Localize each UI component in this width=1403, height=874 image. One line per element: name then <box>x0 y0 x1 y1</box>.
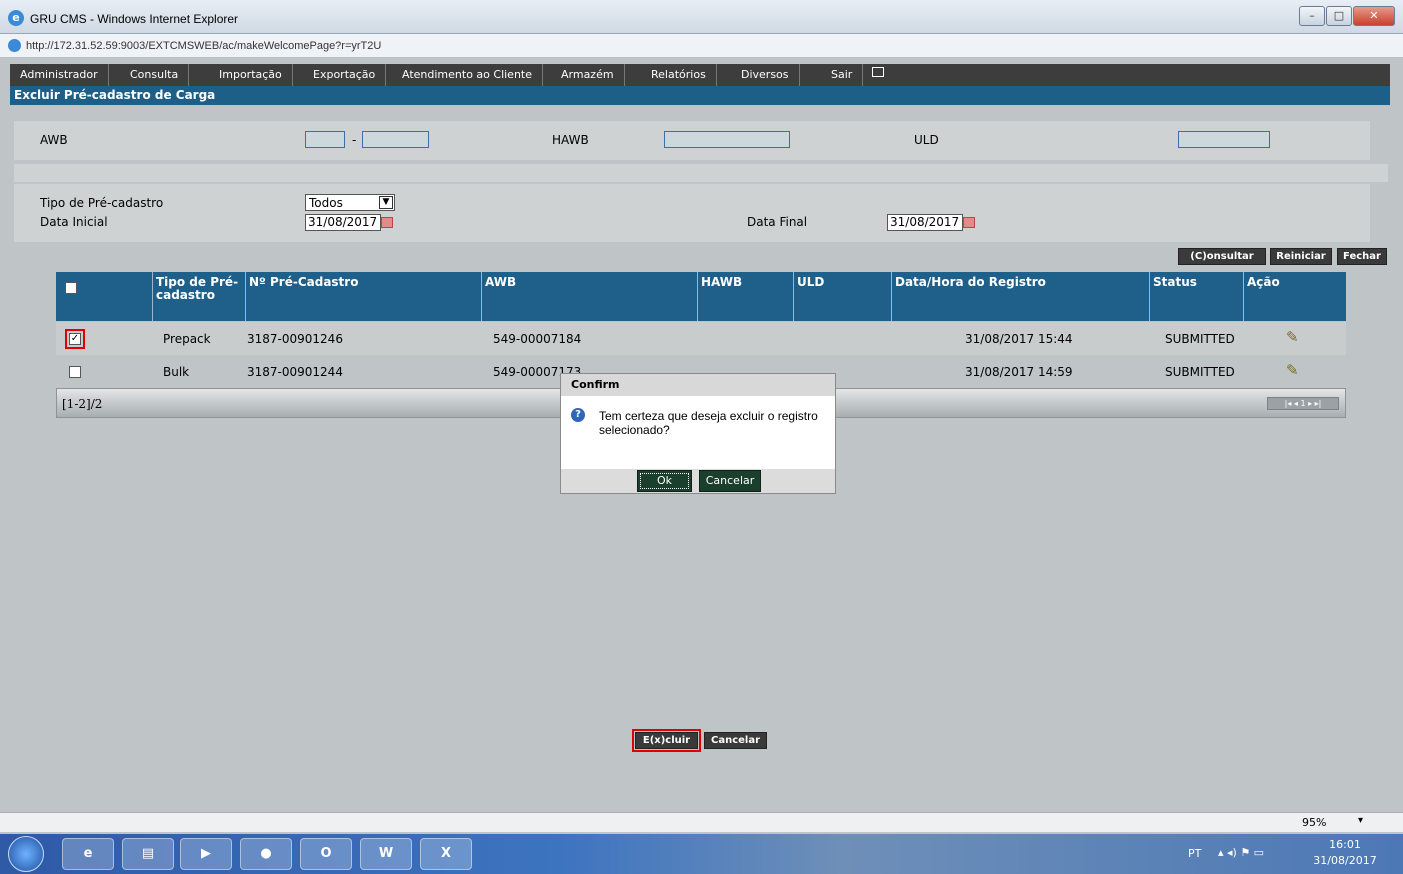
address-bar[interactable]: http://172.31.52.59:9003/EXTCMSWEB/ac/ma… <box>0 34 1403 58</box>
cancelar-button[interactable]: Cancelar <box>704 732 767 749</box>
record-count: [1-2]/2 <box>62 397 103 411</box>
edit-icon[interactable]: ✎ <box>1286 328 1299 346</box>
zoom-level[interactable]: 95% <box>1302 816 1326 829</box>
main-menu: Administrador Consulta Importação Export… <box>10 64 1390 86</box>
taskbar-chrome-icon[interactable]: ● <box>240 838 292 870</box>
hawb-label: HAWB <box>552 133 589 147</box>
tray-icons[interactable]: ▴ ◂) ⚑ ▭ <box>1218 846 1264 859</box>
header-numero[interactable]: Nº Pré-Cadastro <box>246 272 482 321</box>
awb-number-input[interactable] <box>362 131 429 148</box>
uld-input[interactable] <box>1178 131 1270 148</box>
uld-label: ULD <box>914 133 939 147</box>
window-restore-icon[interactable] <box>872 67 884 77</box>
menu-relatorios[interactable]: Relatórios <box>641 64 717 86</box>
row-tipo: Bulk <box>163 365 190 379</box>
browser-statusbar: 95% ▾ <box>0 812 1403 832</box>
question-icon: ? <box>571 408 585 422</box>
page-icon <box>8 39 21 52</box>
menu-atendimento[interactable]: Atendimento ao Cliente <box>392 64 543 86</box>
taskbar: e ▤ ▶ ● O W X PT ▴ ◂) ⚑ ▭ 16:01 31/08/20… <box>0 834 1403 874</box>
table-header: Tipo de Pré-cadastro Nº Pré-Cadastro AWB… <box>56 272 1346 321</box>
data-final-label: Data Final <box>747 215 808 229</box>
menu-armazem[interactable]: Armazém <box>551 64 625 86</box>
data-inicial-input[interactable]: 31/08/2017 <box>305 214 381 231</box>
pagination[interactable]: |◂ ◂ 1 ▸ ▸| <box>1267 397 1339 410</box>
taskbar-outlook-icon[interactable]: O <box>300 838 352 870</box>
header-awb[interactable]: AWB <box>482 272 698 321</box>
clock-time[interactable]: 16:01 <box>1320 838 1370 851</box>
taskbar-ie-icon[interactable]: e <box>62 838 114 870</box>
data-final-input[interactable]: 31/08/2017 <box>887 214 963 231</box>
row-checkbox[interactable]: ✓ <box>69 333 81 345</box>
window-titlebar: e GRU CMS - Windows Internet Explorer – … <box>0 0 1403 34</box>
header-uld[interactable]: ULD <box>794 272 892 321</box>
hawb-input[interactable] <box>664 131 790 148</box>
clock-date[interactable]: 31/08/2017 <box>1312 854 1378 867</box>
row-checkbox[interactable] <box>69 366 81 378</box>
header-status[interactable]: Status <box>1150 272 1244 321</box>
row-data: 31/08/2017 15:44 <box>965 332 1073 346</box>
maximize-button[interactable]: □ <box>1326 6 1352 26</box>
dialog-cancel-button[interactable]: Cancelar <box>699 470 761 492</box>
taskbar-explorer-icon[interactable]: ▤ <box>122 838 174 870</box>
dialog-ok-button[interactable]: Ok <box>637 470 692 492</box>
ie-logo-icon: e <box>8 10 24 26</box>
awb-prefix-input[interactable] <box>305 131 345 148</box>
dialog-title: Confirm <box>561 374 835 396</box>
url-text[interactable]: http://172.31.52.59:9003/EXTCMSWEB/ac/ma… <box>26 40 381 52</box>
window-title: GRU CMS - Windows Internet Explorer <box>30 12 239 26</box>
excluir-button[interactable]: E(x)cluir <box>635 732 698 749</box>
confirm-dialog: Confirm ? Tem certeza que deseja excluir… <box>560 373 836 494</box>
header-tipo[interactable]: Tipo de Pré-cadastro <box>153 272 246 321</box>
header-hawb[interactable]: HAWB <box>698 272 794 321</box>
dialog-message: Tem certeza que deseja excluir o registr… <box>599 409 818 437</box>
menu-administrador[interactable]: Administrador <box>10 64 109 86</box>
taskbar-excel-icon[interactable]: X <box>420 838 472 870</box>
menu-importacao[interactable]: Importação <box>209 64 293 86</box>
row-status: SUBMITTED <box>1165 332 1235 346</box>
data-inicial-label: Data Inicial <box>40 215 108 229</box>
minimize-button[interactable]: – <box>1299 6 1325 26</box>
awb-separator: - <box>352 133 357 147</box>
close-window-button[interactable]: ✕ <box>1353 6 1395 26</box>
row-data: 31/08/2017 14:59 <box>965 365 1073 379</box>
awb-label: AWB <box>40 133 68 147</box>
select-all-checkbox[interactable] <box>65 282 77 294</box>
row-awb: 549-00007184 <box>493 332 582 346</box>
language-indicator[interactable]: PT <box>1188 847 1201 860</box>
calendar-icon[interactable] <box>963 217 975 228</box>
menu-diversos[interactable]: Diversos <box>731 64 800 86</box>
header-acao: Ação <box>1247 275 1280 289</box>
row-status: SUBMITTED <box>1165 365 1235 379</box>
tipo-label: Tipo de Pré-cadastro <box>40 196 164 210</box>
header-data[interactable]: Data/Hora do Registro <box>892 272 1150 321</box>
reiniciar-button[interactable]: Reiniciar <box>1270 248 1332 265</box>
calendar-icon[interactable] <box>381 217 393 228</box>
chevron-down-icon[interactable]: ▼ <box>379 196 393 209</box>
section-title: Excluir Pré-cadastro de Carga <box>10 86 1390 105</box>
taskbar-word-icon[interactable]: W <box>360 838 412 870</box>
edit-icon[interactable]: ✎ <box>1286 361 1299 379</box>
tipo-select-value: Todos <box>309 196 343 210</box>
tipo-select[interactable]: Todos ▼ <box>305 194 395 211</box>
filter-panel <box>14 184 1370 242</box>
zoom-dropdown-icon[interactable]: ▾ <box>1358 815 1363 826</box>
taskbar-media-icon[interactable]: ▶ <box>180 838 232 870</box>
table-row[interactable]: ✓ Prepack 3187-00901246 549-00007184 31/… <box>56 322 1346 355</box>
separator-panel <box>14 164 1388 182</box>
dialog-footer: Ok Cancelar <box>561 469 835 493</box>
page-number[interactable]: 1 <box>1300 399 1305 408</box>
row-numero: 3187-00901244 <box>247 365 343 379</box>
menu-exportacao[interactable]: Exportação <box>303 64 387 86</box>
start-button[interactable] <box>8 836 44 872</box>
row-tipo: Prepack <box>163 332 211 346</box>
consultar-button[interactable]: (C)onsultar <box>1178 248 1266 265</box>
fechar-button[interactable]: Fechar <box>1337 248 1387 265</box>
header-select-all[interactable] <box>56 272 153 321</box>
row-numero: 3187-00901246 <box>247 332 343 346</box>
menu-consulta[interactable]: Consulta <box>120 64 190 86</box>
menu-sair[interactable]: Sair <box>821 64 864 86</box>
